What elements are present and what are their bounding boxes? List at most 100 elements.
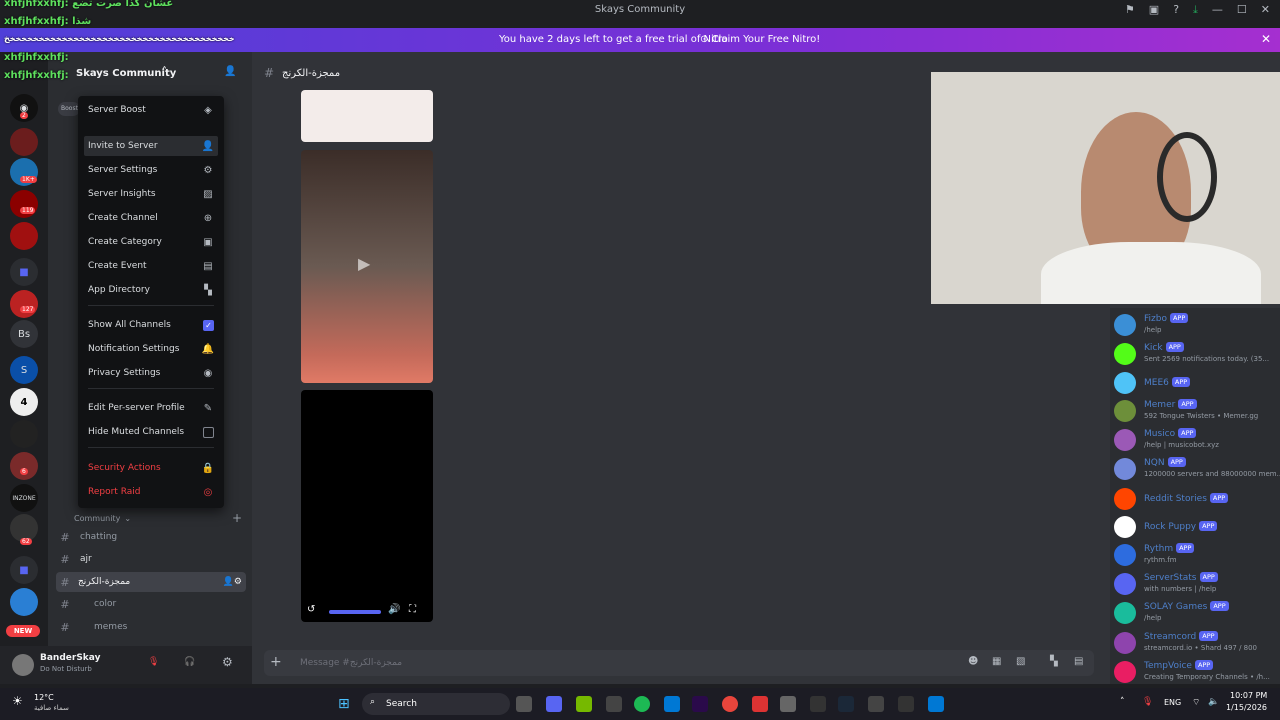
- message-composer[interactable]: + Message #ممجزة-الكرنج ☻ ▦ ▧ ▚ ▤: [264, 650, 1094, 676]
- taskbar-search[interactable]: ⌕ Search: [362, 693, 510, 715]
- server-icon[interactable]: [10, 290, 38, 318]
- gif-icon[interactable]: ▦: [992, 656, 1001, 667]
- channel-ajr[interactable]: # ajr: [56, 549, 246, 569]
- folder-icon[interactable]: ■: [10, 556, 38, 584]
- maximize-button[interactable]: ☐: [1237, 3, 1247, 17]
- avatar[interactable]: [12, 654, 34, 676]
- server-icon[interactable]: INZONE: [10, 484, 38, 512]
- server-icon[interactable]: S: [10, 356, 38, 384]
- channel-memes[interactable]: # memes: [56, 617, 246, 637]
- app-icon[interactable]: [868, 696, 884, 712]
- clock-time[interactable]: 10:07 PM: [1230, 691, 1267, 700]
- menu-item-invite-to-server[interactable]: Invite to Server 👤: [84, 136, 218, 156]
- member-row[interactable]: Fizbo APP/help: [1114, 312, 1280, 340]
- nvidia-icon[interactable]: [576, 696, 592, 712]
- app-icon[interactable]: [516, 696, 532, 712]
- server-icon[interactable]: 4: [10, 388, 38, 416]
- claim-nitro-button[interactable]: ⊙ Claim Your Free Nitro!: [700, 34, 820, 45]
- user-settings-icon[interactable]: ⚙: [222, 655, 233, 669]
- menu-item-show-all-channels[interactable]: Show All Channels ✓: [84, 315, 218, 335]
- sticker-image[interactable]: [301, 90, 433, 142]
- member-row[interactable]: Musico APP/help | musicobot.xyz: [1114, 427, 1280, 455]
- windows-start-icon[interactable]: ⊞: [338, 696, 350, 712]
- server-icon[interactable]: [10, 420, 38, 448]
- member-row[interactable]: ServerStats APP with numbers | /help: [1114, 571, 1280, 599]
- wifi-icon[interactable]: ⌔: [1192, 697, 1200, 708]
- mic-icon[interactable]: 🎙: [1142, 697, 1153, 707]
- folder-icon[interactable]: ■: [10, 258, 38, 286]
- gift-icon[interactable]: ☻: [968, 656, 978, 667]
- brave-icon[interactable]: [752, 696, 768, 712]
- mic-muted-icon[interactable]: 🎙: [148, 657, 159, 667]
- steam-icon[interactable]: [838, 696, 854, 712]
- app-icon[interactable]: [780, 696, 796, 712]
- member-row[interactable]: Memer APP 592 Tongue Twisters • Memer.gg: [1114, 398, 1280, 426]
- attach-plus-icon[interactable]: +: [270, 654, 282, 670]
- menu-item-privacy-settings[interactable]: Privacy Settings ◉: [84, 363, 218, 383]
- minimize-button[interactable]: —: [1212, 3, 1223, 17]
- volume-slider[interactable]: [329, 610, 381, 614]
- member-row[interactable]: TempVoice APP Creating Temporary Channels …: [1114, 659, 1280, 687]
- fullscreen-icon[interactable]: ⛶: [409, 604, 416, 615]
- replay-icon[interactable]: ↺: [307, 604, 315, 615]
- app-icon[interactable]: [606, 696, 622, 712]
- app-icon[interactable]: [664, 696, 680, 712]
- channel-chatting[interactable]: # chatting: [56, 527, 246, 547]
- app-icon[interactable]: [898, 696, 914, 712]
- server-icon[interactable]: [10, 452, 38, 480]
- language-indicator[interactable]: ENG: [1164, 698, 1181, 707]
- menu-item-create-channel[interactable]: Create Channel ⊕: [84, 208, 218, 228]
- channel-active[interactable]: # ممجزة-الكرنج 👤⚙: [56, 572, 246, 592]
- screen-icon[interactable]: ▣: [1149, 3, 1159, 17]
- chrome-icon[interactable]: [722, 696, 738, 712]
- headset-muted-icon[interactable]: 🎧: [184, 657, 195, 667]
- sticker-icon[interactable]: ▧: [1016, 656, 1025, 667]
- inbox-icon[interactable]: ⚑: [1125, 3, 1135, 17]
- download-icon[interactable]: ⤓: [1193, 3, 1198, 17]
- close-banner-icon[interactable]: ✕: [1261, 32, 1271, 46]
- server-icon[interactable]: [10, 588, 38, 616]
- video-player[interactable]: ↺ 🔊 ⛶: [301, 390, 433, 622]
- member-row[interactable]: Streamcord APP streamcord.io • Shard 497 /…: [1114, 630, 1280, 658]
- menu-item-app-directory[interactable]: App Directory ▚: [84, 280, 218, 300]
- app-icon[interactable]: [928, 696, 944, 712]
- play-icon[interactable]: ▶: [358, 254, 370, 273]
- menu-item-create-category[interactable]: Create Category ▣: [84, 232, 218, 252]
- member-row[interactable]: MEE6 APP: [1114, 370, 1280, 398]
- menu-item-notification-settings[interactable]: Notification Settings 🔔: [84, 339, 218, 359]
- premiere-icon[interactable]: [692, 696, 708, 712]
- apps-icon[interactable]: ▚: [1050, 656, 1058, 667]
- discord-icon[interactable]: [546, 696, 562, 712]
- menu-item-hide-muted-channels[interactable]: Hide Muted Channels: [84, 422, 218, 442]
- category-community[interactable]: Community ⌄ +: [56, 508, 246, 528]
- spotify-icon[interactable]: [634, 696, 650, 712]
- emoji-icon[interactable]: ▤: [1074, 656, 1083, 667]
- menu-item-edit-per-server-profile[interactable]: Edit Per-server Profile ✎: [84, 398, 218, 418]
- member-row[interactable]: Kick APP Sent 2569 notifications today. (3…: [1114, 341, 1280, 369]
- server-icon-bs[interactable]: Bs: [10, 320, 38, 348]
- menu-item-server-boost[interactable]: Server Boost ◈: [84, 100, 218, 120]
- member-row[interactable]: Rythm APP rythm.fm: [1114, 542, 1280, 570]
- menu-item-server-insights[interactable]: Server Insights ▨: [84, 184, 218, 204]
- invite-gear-icons[interactable]: 👤⚙: [223, 577, 242, 587]
- menu-item-create-event[interactable]: Create Event ▤: [84, 256, 218, 276]
- close-button[interactable]: ✕: [1261, 3, 1270, 17]
- member-row[interactable]: Reddit Stories APP: [1114, 486, 1280, 514]
- member-row[interactable]: SOLAY Games APP/help: [1114, 600, 1280, 628]
- app-icon[interactable]: [810, 696, 826, 712]
- menu-item-report-raid[interactable]: Report Raid ◎: [84, 482, 218, 502]
- clock-date[interactable]: 1/15/2026: [1226, 703, 1267, 712]
- channel-color[interactable]: # color: [56, 594, 246, 614]
- member-row[interactable]: NQN APP 1200000 servers and 88000000 mem..…: [1114, 456, 1280, 484]
- server-icon[interactable]: [10, 128, 38, 156]
- weather-icon[interactable]: ☀: [12, 694, 23, 708]
- video-thumbnail[interactable]: ▶: [301, 150, 433, 383]
- server-icon[interactable]: [10, 222, 38, 250]
- help-icon[interactable]: ?: [1173, 3, 1179, 17]
- menu-item-server-settings[interactable]: Server Settings ⚙: [84, 160, 218, 180]
- add-channel-icon[interactable]: +: [232, 511, 242, 525]
- volume-icon[interactable]: 🔊: [388, 604, 400, 615]
- member-row[interactable]: Rock Puppy APP: [1114, 514, 1280, 542]
- tray-chevron-icon[interactable]: ˄: [1120, 697, 1125, 707]
- volume-icon[interactable]: 🔈: [1208, 697, 1219, 707]
